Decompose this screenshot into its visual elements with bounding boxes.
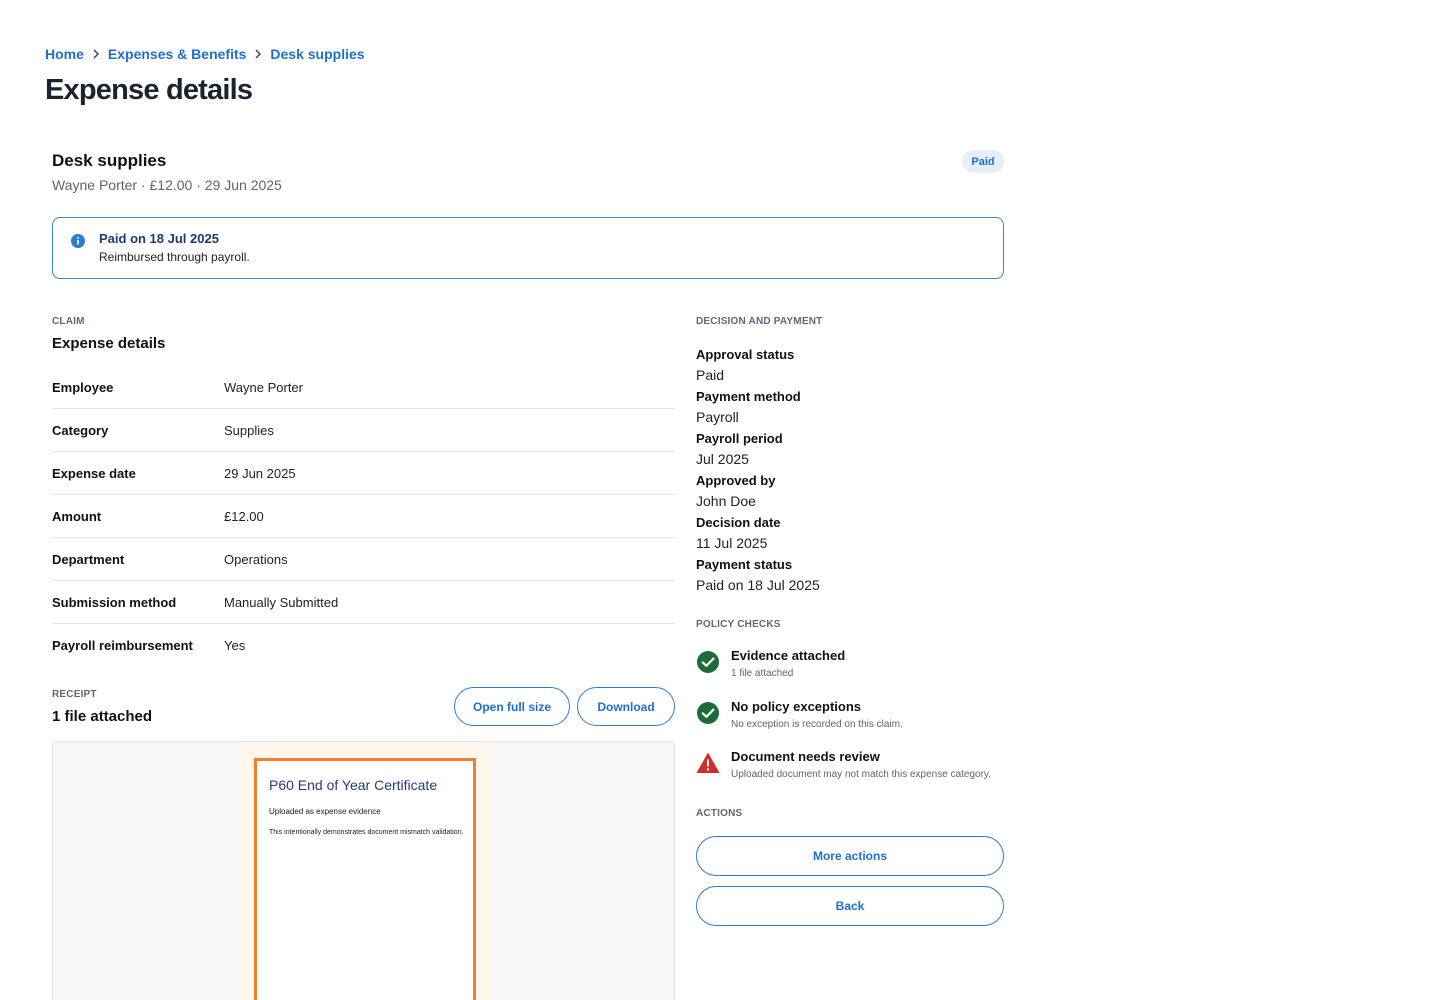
detail-row-submission-method: Submission method Manually Submitted	[52, 581, 675, 624]
expense-title: Desk supplies	[52, 151, 167, 170]
receipt-heading: 1 file attached	[52, 708, 153, 725]
claim-heading: Expense details	[52, 335, 166, 352]
breadcrumb-expenses-link[interactable]: Expenses & Benefits	[108, 46, 247, 62]
page-title: Expense details	[45, 74, 253, 106]
info-banner: Paid on 18 Jul 2025 Reimbursed through p…	[52, 217, 1004, 279]
info-banner-text: Reimbursed through payroll.	[99, 250, 250, 264]
claim-section-label: CLAIM	[52, 316, 85, 327]
policy-check-subtitle: Uploaded document may not match this exp…	[731, 769, 991, 780]
open-full-size-button[interactable]: Open full size	[454, 687, 570, 726]
decision-value: John Doe	[696, 493, 756, 509]
policy-checks-section-label: POLICY CHECKS	[696, 619, 781, 630]
expense-details-table: Employee Wayne Porter Category Supplies …	[52, 366, 675, 667]
check-circle-icon	[697, 702, 719, 724]
detail-key: Amount	[52, 508, 102, 524]
download-button[interactable]: Download	[577, 687, 675, 726]
policy-check-evidence: Evidence attached 1 file attached	[696, 648, 1016, 688]
detail-row-expense-date: Expense date 29 Jun 2025	[52, 452, 675, 495]
chevron-right-icon	[246, 49, 270, 59]
info-banner-title: Paid on 18 Jul 2025	[99, 231, 219, 246]
detail-key: Expense date	[52, 465, 136, 481]
detail-key: Payroll reimbursement	[52, 638, 193, 653]
decision-list: Approval status Paid Payment method Payr…	[696, 344, 1006, 596]
receipt-document-line: This intentionally demonstrates document…	[269, 829, 464, 836]
chevron-right-icon	[84, 49, 108, 59]
decision-value: 11 Jul 2025	[696, 535, 768, 551]
detail-value: Wayne Porter	[224, 379, 303, 395]
detail-value: Yes	[224, 638, 246, 653]
decision-section-label: DECISION AND PAYMENT	[696, 316, 823, 327]
decision-key: Decision date	[696, 515, 781, 530]
detail-value: £12.00	[224, 508, 264, 524]
decision-key: Approval status	[696, 347, 795, 362]
detail-row-payroll-reimbursement: Payroll reimbursement Yes	[52, 624, 675, 667]
receipt-preview: P60 End of Year Certificate Uploaded as …	[52, 741, 675, 1000]
policy-check-title: Evidence attached	[731, 648, 846, 663]
receipt-document-line: Uploaded as expense evidence	[269, 807, 381, 816]
decision-value: Paid	[696, 367, 725, 383]
more-actions-button[interactable]: More actions	[696, 836, 1004, 876]
warning-triangle-icon	[696, 752, 720, 773]
detail-row-employee: Employee Wayne Porter	[52, 366, 675, 409]
actions-section-label: ACTIONS	[696, 808, 743, 819]
receipt-section-label: RECEIPT	[52, 689, 97, 700]
expense-subtitle: Wayne Porter · £12.00 · 29 Jun 2025	[52, 177, 282, 193]
detail-key: Department	[52, 551, 125, 567]
policy-check-document-review: Document needs review Uploaded document …	[696, 749, 1016, 789]
policy-check-title: No policy exceptions	[731, 699, 862, 714]
detail-row-category: Category Supplies	[52, 409, 675, 452]
breadcrumb-home-link[interactable]: Home	[45, 46, 84, 62]
detail-value: Supplies	[224, 422, 274, 438]
detail-value: 29 Jun 2025	[224, 465, 296, 481]
decision-key: Payment method	[696, 389, 801, 404]
breadcrumb: Home Expenses & Benefits Desk supplies	[45, 46, 365, 62]
detail-value: Manually Submitted	[224, 594, 339, 610]
detail-key: Employee	[52, 379, 114, 395]
detail-value: Operations	[224, 551, 288, 567]
policy-check-subtitle: No exception is recorded on this claim.	[731, 719, 903, 730]
policy-check-subtitle: 1 file attached	[731, 668, 794, 679]
detail-key: Category	[52, 422, 109, 438]
check-circle-icon	[697, 651, 719, 673]
back-button[interactable]: Back	[696, 886, 1004, 926]
status-badge: Paid	[962, 150, 1004, 173]
decision-value: Paid on 18 Jul 2025	[696, 577, 820, 593]
decision-value: Payroll	[696, 409, 739, 425]
decision-key: Payroll period	[696, 431, 783, 446]
receipt-document: P60 End of Year Certificate Uploaded as …	[254, 758, 476, 1000]
decision-key: Payment status	[696, 557, 793, 572]
decision-key: Approved by	[696, 473, 776, 488]
breadcrumb-current-link[interactable]: Desk supplies	[270, 46, 364, 62]
decision-value: Jul 2025	[696, 451, 749, 467]
detail-key: Submission method	[52, 594, 177, 610]
info-icon	[71, 234, 85, 248]
receipt-document-title: P60 End of Year Certificate	[269, 777, 438, 793]
policy-check-exceptions: No policy exceptions No exception is rec…	[696, 699, 1016, 739]
policy-check-title: Document needs review	[731, 749, 880, 764]
detail-row-amount: Amount £12.00	[52, 495, 675, 538]
detail-row-department: Department Operations	[52, 538, 675, 581]
